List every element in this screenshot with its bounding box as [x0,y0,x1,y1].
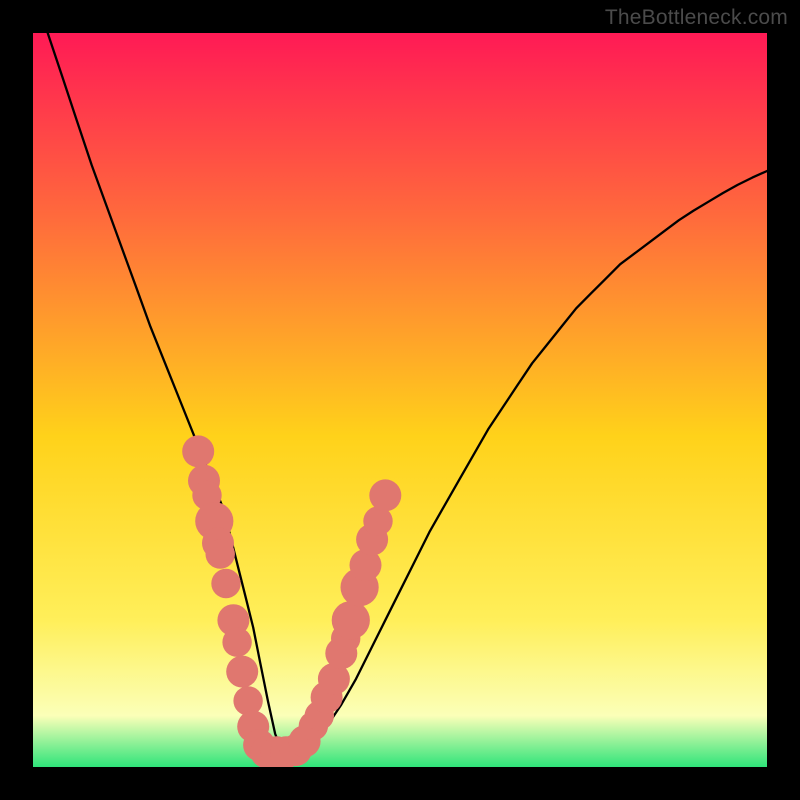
curve-marker [182,435,214,467]
curve-marker [222,628,251,657]
chart-overlay [33,33,767,767]
bottleneck-curve [48,33,767,752]
plot-area [33,33,767,767]
curve-marker [332,601,370,639]
curve-marker [226,656,258,688]
curve-marker [211,569,240,598]
curve-markers [182,435,401,767]
chart-frame: TheBottleneck.com [0,0,800,800]
curve-marker [233,686,262,715]
curve-marker [369,479,401,511]
curve-marker [206,539,235,568]
watermark-text: TheBottleneck.com [605,6,788,30]
